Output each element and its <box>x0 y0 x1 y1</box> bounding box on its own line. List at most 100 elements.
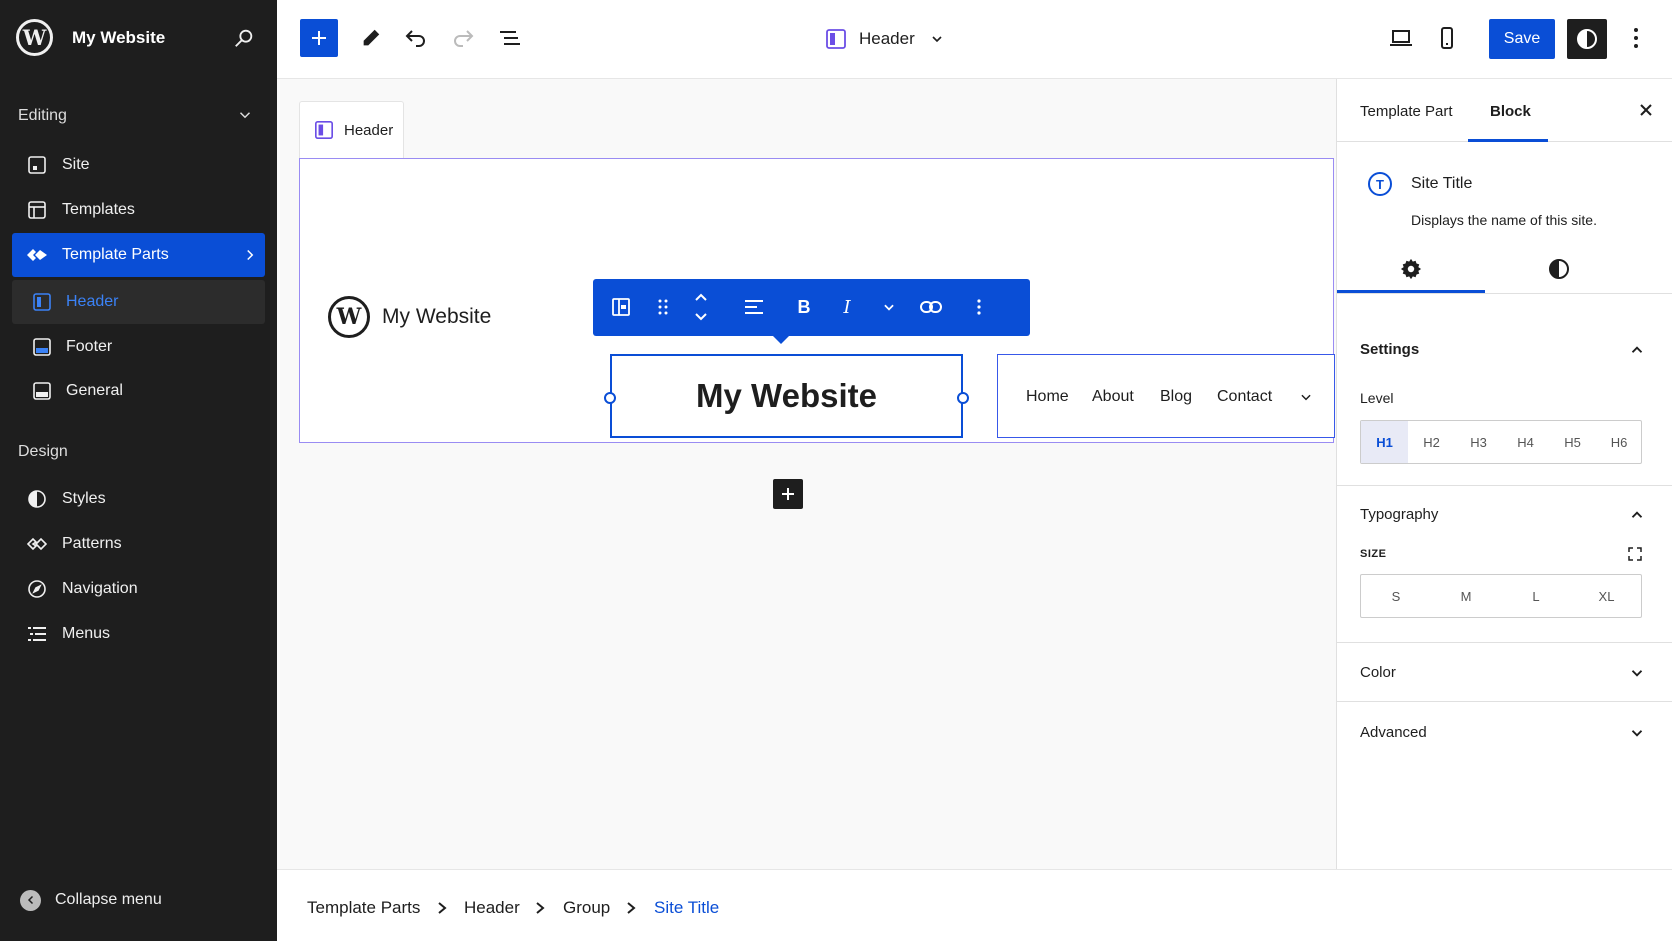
document-title[interactable]: Header <box>825 22 945 56</box>
active-tab-indicator <box>1468 139 1548 142</box>
sidebar-item-menus[interactable]: Menus <box>12 612 265 656</box>
breadcrumb-template-parts[interactable]: Template Parts <box>307 898 420 918</box>
level-h4-option[interactable]: H4 <box>1502 421 1549 463</box>
more-vertical-icon <box>977 299 981 315</box>
canvas-template-part-tab[interactable]: Header <box>299 101 404 158</box>
header-site-name[interactable]: My Website <box>382 305 491 329</box>
block-card-title: Site Title <box>1411 175 1473 192</box>
size-xl-option[interactable]: XL <box>1571 575 1642 617</box>
level-h1-option[interactable]: H1 <box>1361 421 1408 463</box>
level-h2-option[interactable]: H2 <box>1408 421 1455 463</box>
chevron-up-icon[interactable] <box>1628 341 1646 359</box>
block-inserter-button[interactable] <box>773 479 803 509</box>
align-left-icon <box>745 300 763 314</box>
resize-handle-left[interactable] <box>604 392 616 404</box>
plus-icon <box>782 488 794 500</box>
tab-template-part[interactable]: Template Part <box>1360 103 1453 120</box>
breadcrumb-header[interactable]: Header <box>464 898 520 918</box>
sidebar-subitem-general[interactable]: General <box>12 369 265 413</box>
chevron-down-icon[interactable] <box>236 106 254 124</box>
level-h5-option[interactable]: H5 <box>1549 421 1596 463</box>
nav-link-about[interactable]: About <box>1092 388 1134 406</box>
chevron-down-icon[interactable] <box>1628 664 1646 682</box>
wordpress-logo-icon[interactable]: W <box>16 19 53 56</box>
list-view-icon <box>500 31 520 45</box>
breadcrumb-site-title[interactable]: Site Title <box>654 898 719 918</box>
collapse-icon <box>20 889 41 911</box>
align-text-button[interactable] <box>740 293 768 321</box>
redo-button[interactable] <box>444 19 482 57</box>
typography-section-title[interactable]: Typography <box>1360 506 1438 523</box>
block-options-button[interactable] <box>965 293 993 321</box>
breadcrumb-group[interactable]: Group <box>563 898 610 918</box>
site-name[interactable]: My Website <box>72 28 165 48</box>
bold-button[interactable]: B <box>790 293 818 321</box>
level-h6-option[interactable]: H6 <box>1596 421 1642 463</box>
site-logo[interactable]: W <box>328 296 370 338</box>
edit-tool-button[interactable] <box>352 19 390 57</box>
collapse-menu-button[interactable]: Collapse menu <box>20 886 250 914</box>
save-button[interactable]: Save <box>1489 19 1555 59</box>
italic-button[interactable]: I <box>833 293 861 321</box>
mobile-preview-button[interactable] <box>1428 19 1466 57</box>
size-s-option[interactable]: S <box>1361 575 1431 617</box>
block-type-button[interactable] <box>607 293 635 321</box>
section-divider <box>1337 485 1672 486</box>
sidebar-item-navigation[interactable]: Navigation <box>12 567 265 611</box>
options-menu-button[interactable] <box>1625 19 1647 57</box>
document-title-label: Header <box>859 29 915 48</box>
block-breadcrumb: Template Parts Header Group Site Title <box>277 869 1672 941</box>
tab-block[interactable]: Block <box>1490 103 1531 120</box>
sidebar-item-site[interactable]: Site <box>12 143 265 187</box>
active-subtab-indicator <box>1337 290 1485 293</box>
section-editing-label[interactable]: Editing <box>18 107 67 125</box>
level-h3-option[interactable]: H3 <box>1455 421 1502 463</box>
styles-toggle-button[interactable] <box>1567 19 1607 59</box>
sidebar-item-template-parts[interactable]: Template Parts <box>12 233 265 277</box>
undo-icon <box>405 30 425 47</box>
color-section-title[interactable]: Color <box>1360 664 1396 681</box>
sidebar-subitem-header[interactable]: Header <box>12 280 265 324</box>
canvas-tab-label: Header <box>344 121 394 139</box>
chevron-up-icon[interactable] <box>1628 506 1646 524</box>
site-title-block[interactable]: My Website <box>604 354 969 438</box>
sidebar-item-patterns[interactable]: Patterns <box>12 522 265 566</box>
undo-button[interactable] <box>397 19 435 57</box>
chevron-down-icon[interactable] <box>1299 390 1313 404</box>
editor-toolbar: Header Save <box>277 0 1672 79</box>
redo-icon <box>454 30 474 47</box>
custom-size-icon[interactable] <box>1628 547 1642 561</box>
close-icon[interactable] <box>1636 100 1656 120</box>
navigation-icon <box>28 580 46 598</box>
styles-half-circle-icon[interactable] <box>1548 258 1570 280</box>
drag-handle[interactable] <box>649 293 677 321</box>
chevron-down-icon[interactable] <box>1628 724 1646 742</box>
document-overview-button[interactable] <box>491 19 529 57</box>
block-type-icon <box>612 298 630 316</box>
nav-link-blog[interactable]: Blog <box>1160 388 1192 406</box>
search-icon[interactable] <box>233 27 255 49</box>
size-l-option[interactable]: L <box>1501 575 1571 617</box>
navigation-block[interactable]: Home About Blog Contact <box>997 354 1335 438</box>
nav-link-contact[interactable]: Contact <box>1217 388 1272 406</box>
more-formatting-button[interactable] <box>875 293 903 321</box>
settings-section-title[interactable]: Settings <box>1360 341 1419 358</box>
resize-handle-right[interactable] <box>957 392 969 404</box>
sidebar-item-label: Styles <box>62 490 106 507</box>
gear-icon[interactable] <box>1400 258 1422 280</box>
add-block-button[interactable] <box>300 19 338 57</box>
site-title-text[interactable]: My Website <box>696 377 877 415</box>
sidebar-item-label: Footer <box>66 338 113 355</box>
header-template-part[interactable]: W My Website B I My Website Home About B… <box>299 158 1335 443</box>
sidebar-item-templates[interactable]: Templates <box>12 188 265 232</box>
size-m-option[interactable]: M <box>1431 575 1501 617</box>
sidebar-item-label: General <box>66 382 123 399</box>
sidebar-item-styles[interactable]: Styles <box>12 477 265 521</box>
link-button[interactable] <box>917 293 945 321</box>
sidebar-subitem-footer[interactable]: Footer <box>12 325 265 369</box>
nav-link-home[interactable]: Home <box>1026 388 1069 406</box>
move-block-buttons[interactable] <box>687 287 715 327</box>
advanced-section-title[interactable]: Advanced <box>1360 724 1427 741</box>
menus-icon <box>28 627 46 641</box>
desktop-preview-button[interactable] <box>1382 19 1420 57</box>
